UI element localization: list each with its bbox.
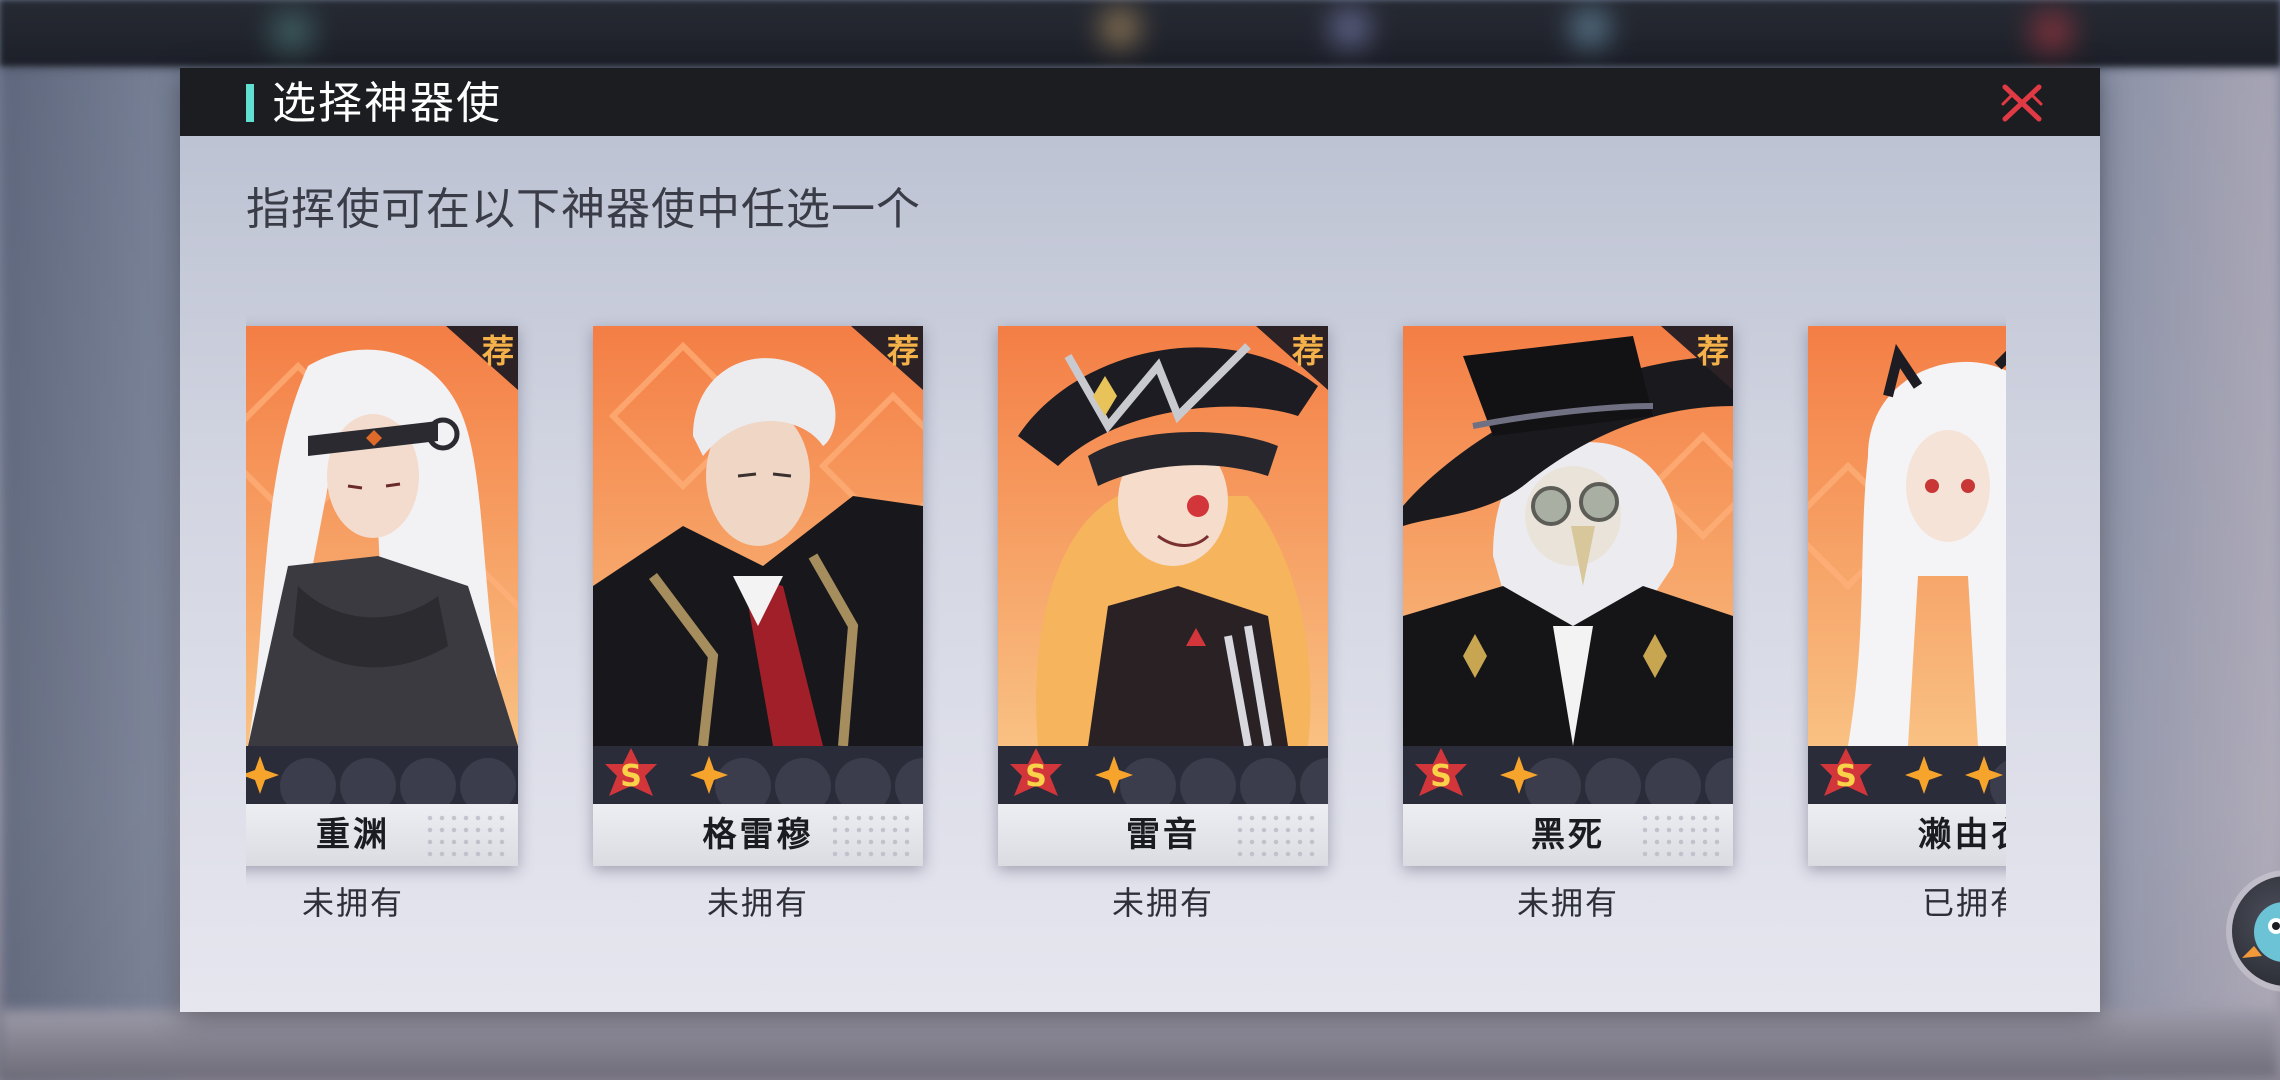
- dialog-title: 选择神器使: [272, 78, 502, 129]
- svg-text:荐: 荐: [482, 332, 514, 370]
- card-slot-heisi: S 黑死 荐 未拥有: [1403, 258, 1733, 938]
- ownership-status: 未拥有: [706, 884, 809, 922]
- rank-strip: [246, 746, 518, 804]
- rank-strip: S: [1808, 746, 2006, 804]
- ownership-status: 已拥有: [1921, 884, 2006, 922]
- background-blob: [1100, 8, 1140, 48]
- background-blob: [2030, 10, 2074, 54]
- svg-text:荐: 荐: [1697, 332, 1729, 370]
- dialog-header: 选择神器使: [180, 68, 2100, 136]
- artifact-card[interactable]: S 格雷穆 荐: [593, 326, 923, 866]
- name-bar: 濑由衣: [1808, 804, 2006, 866]
- rank-s-icon: S: [1820, 748, 1872, 796]
- rank-strip: S: [998, 746, 1328, 804]
- character-name: 雷音: [1126, 815, 1200, 855]
- star-icon: [1905, 756, 1943, 794]
- ownership-status: 未拥有: [1516, 884, 1619, 922]
- select-artifact-dialog: 选择神器使 指挥使可在以下神器使中任选一个 重渊 荐 未拥有 S 格雷穆 荐 未…: [180, 68, 2100, 1012]
- recommended-badge-icon: 荐: [446, 326, 518, 390]
- artifact-card[interactable]: 重渊 荐: [246, 326, 518, 866]
- artifact-card[interactable]: S 濑由衣: [1808, 326, 2006, 866]
- svg-text:S: S: [1835, 759, 1857, 794]
- recommended-badge-icon: 荐: [1256, 326, 1328, 390]
- rank-strip: S: [1403, 746, 1733, 804]
- recommended-badge: 荐: [446, 326, 518, 390]
- recommended-badge: 荐: [1256, 326, 1328, 390]
- recommended-badge-icon: 荐: [1661, 326, 1733, 390]
- artifact-card[interactable]: S 雷音 荐: [998, 326, 1328, 866]
- name-bar: 重渊: [246, 804, 518, 866]
- name-bar: 黑死: [1403, 804, 1733, 866]
- close-button[interactable]: [1997, 78, 2047, 128]
- artifact-card-list[interactable]: 重渊 荐 未拥有 S 格雷穆 荐 未拥有 S 雷音 荐 未拥有 S 黑死 荐 未…: [246, 258, 2006, 938]
- card-slot-zhongyuan: 重渊 荐 未拥有: [246, 258, 518, 938]
- background-left: [0, 66, 180, 1080]
- svg-text:荐: 荐: [887, 332, 919, 370]
- character-name: 格雷穆: [702, 815, 814, 855]
- card-slot-geleimu: S 格雷穆 荐 未拥有: [593, 258, 923, 938]
- header-accent-bar: [246, 84, 254, 122]
- rank-s-icon: S: [1010, 748, 1062, 796]
- background-blob: [1330, 8, 1370, 48]
- artifact-card[interactable]: S 黑死 荐: [1403, 326, 1733, 866]
- name-bar: 格雷穆: [593, 804, 923, 866]
- dialog-subtitle: 指挥使可在以下神器使中任选一个: [246, 184, 921, 235]
- background-bottom: [0, 1010, 2280, 1080]
- character-portrait: [1808, 326, 2006, 746]
- recommended-badge: 荐: [851, 326, 923, 390]
- ownership-status: 未拥有: [301, 884, 404, 922]
- character-name: 濑由衣: [1917, 815, 2007, 855]
- background-blob: [270, 10, 314, 54]
- ownership-status: 未拥有: [1111, 884, 1214, 922]
- card-slot-leiyin: S 雷音 荐 未拥有: [998, 258, 1328, 938]
- character-name: 黑死: [1531, 815, 1605, 855]
- recommended-badge: 荐: [1661, 326, 1733, 390]
- background-blob: [1570, 8, 1610, 48]
- card-slot-laiyouyi: S 濑由衣 已拥有: [1808, 258, 2006, 938]
- star-icon: [246, 756, 279, 794]
- svg-text:S: S: [1025, 759, 1047, 794]
- svg-text:荐: 荐: [1292, 332, 1324, 370]
- svg-text:S: S: [1430, 759, 1452, 794]
- name-bar: 雷音: [998, 804, 1328, 866]
- rank-s-icon: S: [605, 748, 657, 796]
- character-name: 重渊: [316, 815, 390, 855]
- close-icon: [2001, 84, 2043, 122]
- svg-text:S: S: [620, 759, 642, 794]
- background-top-bar: [0, 0, 2280, 66]
- rank-strip: S: [593, 746, 923, 804]
- rank-s-icon: S: [1415, 748, 1467, 796]
- recommended-badge-icon: 荐: [851, 326, 923, 390]
